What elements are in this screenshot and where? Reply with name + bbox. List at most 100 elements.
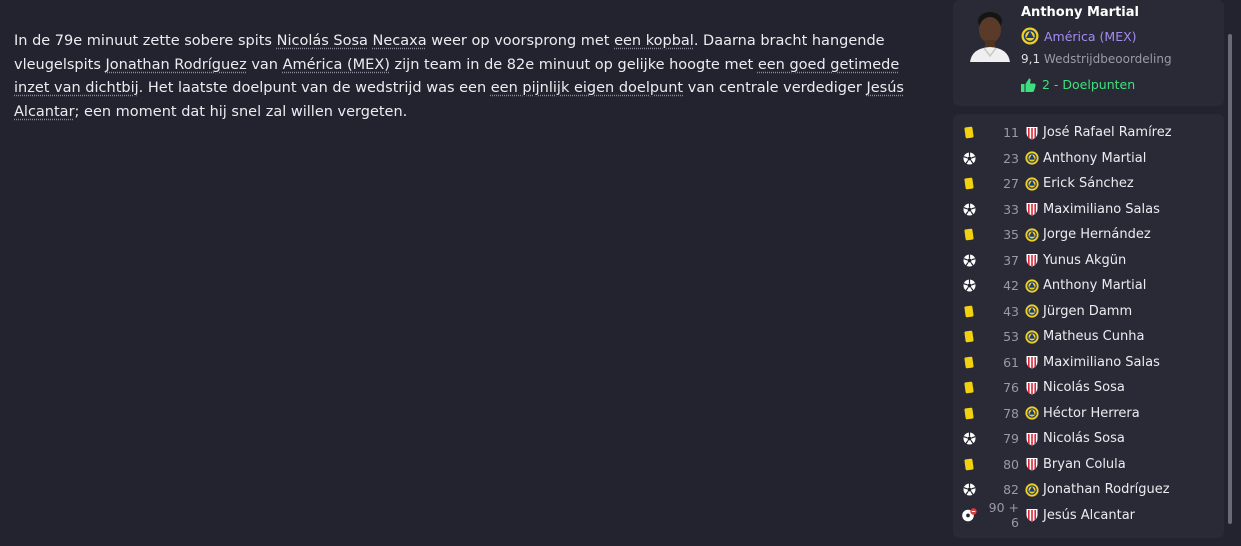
football-icon bbox=[963, 203, 975, 215]
event-row[interactable]: 33 Maximiliano Salas bbox=[953, 197, 1224, 222]
event-player[interactable]: Maximiliano Salas bbox=[1043, 202, 1160, 217]
necaxa-crest-icon bbox=[1026, 432, 1038, 445]
america-crest-icon bbox=[1025, 406, 1039, 420]
event-player[interactable]: Anthony Martial bbox=[1043, 278, 1146, 293]
event-player[interactable]: Maximiliano Salas bbox=[1043, 355, 1160, 370]
yellow-card-icon bbox=[964, 330, 974, 343]
yellow-card-icon bbox=[964, 355, 974, 369]
event-row[interactable]: 78 Héctor Herrera bbox=[953, 401, 1224, 426]
yellow-card-icon bbox=[964, 406, 974, 420]
team-crest bbox=[1025, 457, 1039, 471]
event-type bbox=[953, 457, 985, 471]
club-link-america[interactable]: América (MEX) bbox=[283, 57, 390, 73]
event-player[interactable]: Yunus Akgün bbox=[1043, 253, 1126, 268]
potm-club-name[interactable]: América (MEX) bbox=[1044, 29, 1137, 44]
match-events-panel: 11 José Rafael Ramírez 23 Anthony Martial 27… bbox=[953, 114, 1224, 538]
event-player[interactable]: Jesús Alcantar bbox=[1043, 508, 1135, 523]
event-row[interactable]: 23 Anthony Martial bbox=[953, 146, 1224, 171]
event-row[interactable]: 27 Erick Sánchez bbox=[953, 171, 1224, 196]
necaxa-crest-icon bbox=[1026, 126, 1038, 139]
team-crest bbox=[1025, 329, 1039, 344]
event-type bbox=[953, 254, 985, 267]
event-player[interactable]: Héctor Herrera bbox=[1043, 406, 1140, 421]
event-minute: 35 bbox=[1003, 227, 1019, 242]
potm-rating-value: 9,1 bbox=[1021, 52, 1041, 66]
team-crest bbox=[1025, 432, 1039, 446]
event-type bbox=[953, 126, 985, 139]
club-link-necaxa[interactable]: Necaxa bbox=[373, 33, 427, 49]
event-player[interactable]: Jonathan Rodríguez bbox=[1043, 482, 1170, 497]
yellow-card-icon bbox=[964, 457, 974, 471]
goal-link-header[interactable]: een kopbal bbox=[614, 33, 694, 49]
event-minute: 90 + 6 bbox=[988, 500, 1019, 530]
event-row[interactable]: 11 José Rafael Ramírez bbox=[953, 120, 1224, 145]
yellow-card-icon bbox=[964, 126, 974, 139]
event-minute: 78 bbox=[1003, 405, 1019, 421]
event-player[interactable]: Matheus Cunha bbox=[1043, 329, 1144, 344]
event-player[interactable]: Nicolás Sosa bbox=[1043, 431, 1125, 446]
football-icon bbox=[963, 152, 975, 164]
potm-rating-label: Wedstrijdbeoordeling bbox=[1043, 52, 1172, 66]
event-minute: 37 bbox=[1003, 252, 1019, 268]
event-row[interactable]: 80 Bryan Colula bbox=[953, 452, 1224, 477]
potm-goals-text: 2 - Doelpunten bbox=[1042, 77, 1136, 92]
america-crest-icon bbox=[1025, 278, 1039, 293]
goal-link-own-goal[interactable]: een pijnlijk eigen doelpunt bbox=[491, 80, 683, 96]
event-row[interactable]: 53 Matheus Cunha bbox=[953, 324, 1224, 349]
event-minute: 42 bbox=[1003, 278, 1019, 293]
event-type bbox=[953, 483, 985, 496]
player-link-nicolas-sosa[interactable]: Nicolás Sosa bbox=[277, 33, 368, 49]
event-player[interactable]: Bryan Colula bbox=[1043, 457, 1126, 472]
event-row[interactable]: 42 Anthony Martial bbox=[953, 273, 1224, 298]
event-player[interactable]: Erick Sánchez bbox=[1043, 176, 1134, 191]
yellow-card-icon bbox=[964, 381, 974, 394]
event-player[interactable]: Anthony Martial bbox=[1043, 151, 1146, 166]
event-minute: 23 bbox=[1003, 150, 1019, 166]
potm-club[interactable]: América (MEX) bbox=[1021, 27, 1137, 45]
event-row[interactable]: 61 Maximiliano Salas bbox=[953, 350, 1224, 375]
event-player[interactable]: Nicolás Sosa bbox=[1043, 380, 1125, 395]
football-icon bbox=[963, 483, 975, 496]
potm-player-name[interactable]: Anthony Martial bbox=[1021, 5, 1139, 20]
team-crest bbox=[1025, 304, 1039, 318]
event-row[interactable]: 35 Jorge Hernández bbox=[953, 222, 1224, 247]
football-icon bbox=[963, 279, 975, 292]
america-crest-icon bbox=[1025, 227, 1039, 242]
team-crest bbox=[1025, 151, 1039, 165]
event-type bbox=[953, 381, 985, 394]
event-minute: 53 bbox=[1003, 329, 1019, 344]
event-row[interactable]: 90 + 6 Jesús Alcantar bbox=[953, 500, 1224, 530]
player-link-jonathan-rodriguez[interactable]: Jonathan Rodríguez bbox=[106, 57, 247, 73]
yellow-card-icon bbox=[964, 177, 974, 190]
necaxa-crest-icon bbox=[1026, 458, 1038, 471]
team-crest bbox=[1025, 508, 1039, 522]
scrollbar-thumb[interactable] bbox=[1228, 34, 1232, 524]
event-player[interactable]: Jürgen Damm bbox=[1043, 304, 1132, 319]
player-photo[interactable] bbox=[968, 6, 1012, 62]
necaxa-crest-icon bbox=[1026, 356, 1038, 369]
america-crest-icon bbox=[1025, 482, 1039, 497]
event-minute: 76 bbox=[1003, 380, 1019, 395]
event-type bbox=[953, 330, 985, 343]
event-row[interactable]: 37 Yunus Akgün bbox=[953, 248, 1224, 273]
event-player[interactable]: Jorge Hernández bbox=[1043, 227, 1151, 242]
team-crest bbox=[1025, 278, 1039, 293]
yellow-card-icon bbox=[964, 304, 974, 318]
report-text: In de 79e minuut zette sobere spits bbox=[14, 33, 277, 49]
event-row[interactable]: 79 Nicolás Sosa bbox=[953, 426, 1224, 451]
team-crest bbox=[1025, 227, 1039, 242]
event-type bbox=[953, 432, 985, 445]
event-type bbox=[953, 177, 985, 190]
event-row[interactable]: 82 Jonathan Rodríguez bbox=[953, 477, 1224, 502]
event-type bbox=[953, 228, 985, 241]
event-minute: 82 bbox=[1003, 482, 1019, 497]
necaxa-crest-icon bbox=[1026, 381, 1038, 394]
event-minute: 33 bbox=[1003, 201, 1019, 217]
event-minute: 43 bbox=[1003, 303, 1019, 319]
event-row[interactable]: 76 Nicolás Sosa bbox=[953, 375, 1224, 400]
football-icon bbox=[963, 254, 975, 266]
event-row[interactable]: 43 Jürgen Damm bbox=[953, 299, 1224, 324]
event-player[interactable]: José Rafael Ramírez bbox=[1043, 125, 1172, 140]
event-type bbox=[953, 406, 985, 420]
event-type bbox=[953, 508, 985, 522]
